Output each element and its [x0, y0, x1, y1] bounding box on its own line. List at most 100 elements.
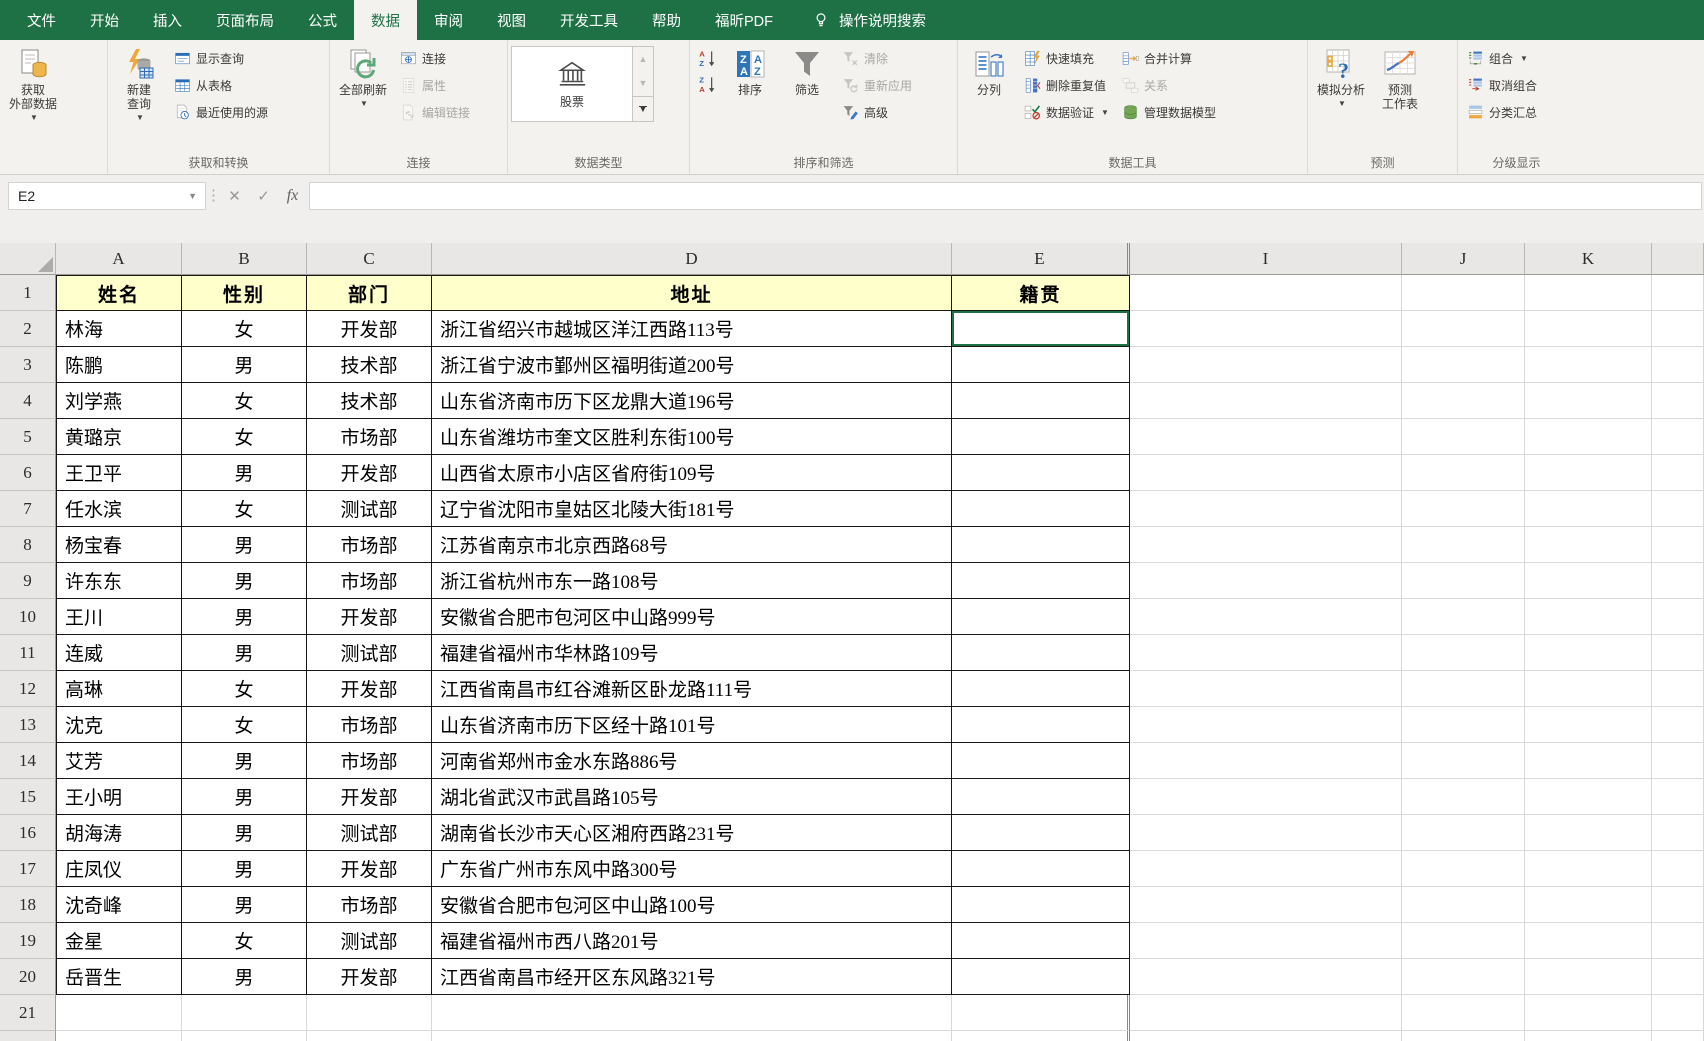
get-external-data-dropdown-icon[interactable]: ▼	[30, 113, 38, 123]
column-header-C[interactable]: C	[307, 243, 432, 275]
row-header-5[interactable]: 5	[0, 419, 56, 455]
cell-I2[interactable]	[1130, 311, 1402, 347]
cell-K3[interactable]	[1525, 347, 1652, 383]
cell-K10[interactable]	[1525, 599, 1652, 635]
cell-L15[interactable]	[1652, 779, 1704, 815]
cell-A13[interactable]: 沈克	[56, 707, 182, 743]
relationships-button[interactable]: 关系	[1116, 72, 1222, 99]
cell-C20[interactable]: 开发部	[307, 959, 432, 995]
cell-D18[interactable]: 安徽省合肥市包河区中山路100号	[432, 887, 952, 923]
tell-me-search[interactable]: 操作说明搜索	[812, 0, 926, 40]
cell-I1[interactable]	[1130, 275, 1402, 311]
cell-E16[interactable]	[952, 815, 1130, 851]
text-to-columns-button[interactable]: 分列	[961, 43, 1017, 98]
what-if-analysis-dropdown-icon[interactable]: ▼	[1338, 99, 1346, 109]
tab-审阅[interactable]: 审阅	[417, 0, 480, 40]
recent-sources-button[interactable]: 最近使用的源	[168, 99, 274, 126]
cell-B21[interactable]	[182, 995, 307, 1031]
cell-D12[interactable]: 江西省南昌市红谷滩新区卧龙路111号	[432, 671, 952, 707]
sort-button[interactable]: Z A A Z 排序	[722, 43, 778, 98]
cell-C8[interactable]: 市场部	[307, 527, 432, 563]
tab-帮助[interactable]: 帮助	[635, 0, 698, 40]
cell-K12[interactable]	[1525, 671, 1652, 707]
cell-D20[interactable]: 江西省南昌市经开区东风路321号	[432, 959, 952, 995]
cell-J6[interactable]	[1402, 455, 1525, 491]
cell-B14[interactable]: 男	[182, 743, 307, 779]
what-if-analysis-button[interactable]: ? 模拟分析 ▼	[1311, 43, 1371, 110]
cell-A6[interactable]: 王卫平	[56, 455, 182, 491]
cell-D8[interactable]: 江苏省南京市北京西路68号	[432, 527, 952, 563]
cell-L5[interactable]	[1652, 419, 1704, 455]
cell-C3[interactable]: 技术部	[307, 347, 432, 383]
row-header-12[interactable]: 12	[0, 671, 56, 707]
cell-K21[interactable]	[1525, 995, 1652, 1031]
cell-J3[interactable]	[1402, 347, 1525, 383]
cell-A7[interactable]: 任水滨	[56, 491, 182, 527]
cell-J2[interactable]	[1402, 311, 1525, 347]
tab-数据[interactable]: 数据	[354, 0, 417, 40]
cell-J4[interactable]	[1402, 383, 1525, 419]
cell-K6[interactable]	[1525, 455, 1652, 491]
connections-button[interactable]: 连接	[394, 45, 476, 72]
new-query-button[interactable]: 新建 查询 ▼	[111, 43, 167, 124]
cell-I14[interactable]	[1130, 743, 1402, 779]
cell-I13[interactable]	[1130, 707, 1402, 743]
cell-B6[interactable]: 男	[182, 455, 307, 491]
name-box-dropdown-icon[interactable]: ▼	[188, 191, 205, 201]
cell-K1[interactable]	[1525, 275, 1652, 311]
cell-E13[interactable]	[952, 707, 1130, 743]
cell-A16[interactable]: 胡海涛	[56, 815, 182, 851]
cell-J7[interactable]	[1402, 491, 1525, 527]
cell-C5[interactable]: 市场部	[307, 419, 432, 455]
cell-E6[interactable]	[952, 455, 1130, 491]
cell-B12[interactable]: 女	[182, 671, 307, 707]
cell-J1[interactable]	[1402, 275, 1525, 311]
cell-J22[interactable]	[1402, 1031, 1525, 1041]
refresh-all-dropdown-icon[interactable]: ▼	[360, 99, 368, 109]
row-header-17[interactable]: 17	[0, 851, 56, 887]
cell-B22[interactable]	[182, 1031, 307, 1041]
group-dropdown-icon[interactable]: ▼	[1520, 54, 1528, 64]
row-header-16[interactable]: 16	[0, 815, 56, 851]
cell-J14[interactable]	[1402, 743, 1525, 779]
cell-A20[interactable]: 岳晋生	[56, 959, 182, 995]
row-header-7[interactable]: 7	[0, 491, 56, 527]
cell-B15[interactable]: 男	[182, 779, 307, 815]
flash-fill-button[interactable]: 快速填充	[1018, 45, 1115, 72]
cell-B7[interactable]: 女	[182, 491, 307, 527]
tab-插入[interactable]: 插入	[136, 0, 199, 40]
cell-D6[interactable]: 山西省太原市小店区省府街109号	[432, 455, 952, 491]
cell-A10[interactable]: 王川	[56, 599, 182, 635]
row-header-11[interactable]: 11	[0, 635, 56, 671]
cell-D2[interactable]: 浙江省绍兴市越城区洋江西路113号	[432, 311, 952, 347]
cell-L12[interactable]	[1652, 671, 1704, 707]
cell-A1[interactable]: 姓名	[56, 275, 182, 311]
cell-E15[interactable]	[952, 779, 1130, 815]
cell-A14[interactable]: 艾芳	[56, 743, 182, 779]
group-button[interactable]: 组合 ▼	[1461, 45, 1543, 72]
column-header-partial[interactable]	[1652, 243, 1704, 275]
row-header-13[interactable]: 13	[0, 707, 56, 743]
cell-E10[interactable]	[952, 599, 1130, 635]
cell-I12[interactable]	[1130, 671, 1402, 707]
row-header-22[interactable]: 22	[0, 1031, 56, 1041]
cell-D21[interactable]	[432, 995, 952, 1031]
cell-K22[interactable]	[1525, 1031, 1652, 1041]
cell-I3[interactable]	[1130, 347, 1402, 383]
row-header-2[interactable]: 2	[0, 311, 56, 347]
cell-J12[interactable]	[1402, 671, 1525, 707]
cell-B8[interactable]: 男	[182, 527, 307, 563]
tab-视图[interactable]: 视图	[480, 0, 543, 40]
cell-D5[interactable]: 山东省潍坊市奎文区胜利东街100号	[432, 419, 952, 455]
cell-C13[interactable]: 市场部	[307, 707, 432, 743]
cell-C21[interactable]	[307, 995, 432, 1031]
cell-A18[interactable]: 沈奇峰	[56, 887, 182, 923]
cell-J11[interactable]	[1402, 635, 1525, 671]
cell-C16[interactable]: 测试部	[307, 815, 432, 851]
cell-C6[interactable]: 开发部	[307, 455, 432, 491]
row-header-4[interactable]: 4	[0, 383, 56, 419]
cell-E17[interactable]	[952, 851, 1130, 887]
cell-I9[interactable]	[1130, 563, 1402, 599]
cell-J21[interactable]	[1402, 995, 1525, 1031]
manage-data-model-button[interactable]: 管理数据模型	[1116, 99, 1222, 126]
